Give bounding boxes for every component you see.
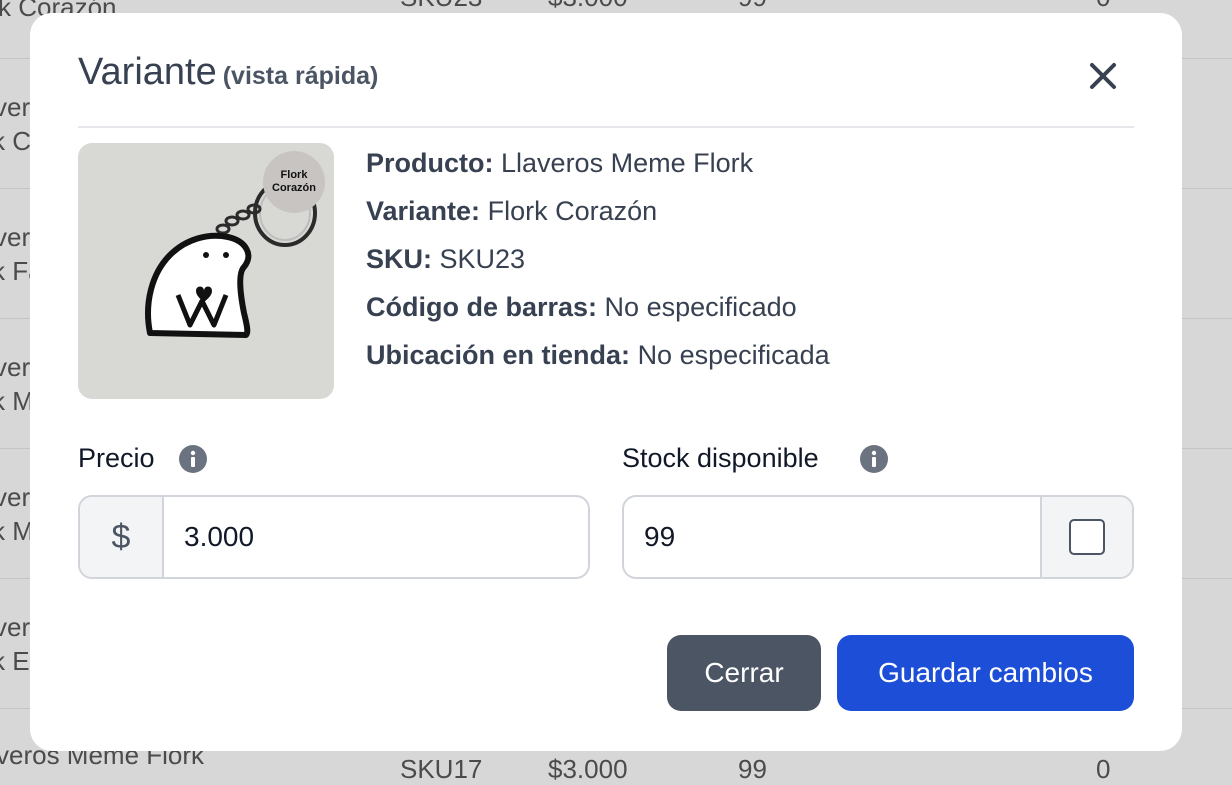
badge-line2: Corazón <box>272 182 316 194</box>
info-icon[interactable] <box>179 445 207 473</box>
table-cell: ver <box>0 92 31 122</box>
detail-value: Llaveros Meme Flork <box>501 148 754 178</box>
variant-quick-view-modal: Variante (vista rápida) Flork Corazón Pr… <box>30 13 1182 751</box>
stock-checkbox[interactable] <box>1069 519 1105 555</box>
stock-label: Stock disponible <box>622 443 819 473</box>
badge-line1: Flork <box>280 169 308 181</box>
detail-label: Código de barras: <box>366 292 598 322</box>
price-label: Precio <box>78 443 155 473</box>
currency-addon: $ <box>80 497 164 577</box>
modal-title-text: Variante <box>78 51 217 93</box>
save-changes-button[interactable]: Guardar cambios <box>837 635 1134 711</box>
price-input[interactable]: 3.000 <box>164 497 588 577</box>
variant-details: Producto: Llaveros Meme Flork Variante: … <box>366 145 830 385</box>
table-cell: 99 <box>738 754 767 784</box>
detail-barcode: Código de barras: No especificado <box>366 289 830 337</box>
table-cell: k M <box>0 516 34 546</box>
modal-subtitle: (vista rápida) <box>222 62 379 90</box>
table-cell: k M <box>0 386 34 416</box>
detail-label: Variante: <box>366 196 481 226</box>
table-cell: SKU23 <box>400 0 482 13</box>
table-cell: ver <box>0 222 31 252</box>
table-cell: k C <box>0 126 31 156</box>
detail-label: SKU: <box>366 244 432 274</box>
table-cell: ver <box>0 352 31 382</box>
variant-thumbnail: Flork Corazón <box>78 143 334 399</box>
table-cell: SKU17 <box>400 754 483 784</box>
variant-badge: Flork Corazón <box>263 151 325 213</box>
table-cell: 0 <box>1096 754 1111 784</box>
modal-header: Variante (vista rápida) <box>78 49 1134 128</box>
detail-value: No especificada <box>637 340 830 370</box>
detail-label: Producto: <box>366 148 494 178</box>
detail-value: SKU23 <box>439 244 526 274</box>
table-cell: $3.000 <box>548 754 628 784</box>
stock-input-group: 99 <box>622 495 1134 579</box>
close-button[interactable]: Cerrar <box>667 635 821 711</box>
price-input-group: $ 3.000 <box>78 495 590 579</box>
detail-value: No especificado <box>604 292 797 322</box>
table-cell: 99 <box>738 0 767 13</box>
detail-sku: SKU: SKU23 <box>366 241 830 289</box>
stock-checkbox-addon <box>1040 497 1132 577</box>
detail-label: Ubicación en tienda: <box>366 340 631 370</box>
info-icon[interactable] <box>860 445 888 473</box>
table-cell: $3.000 <box>548 0 628 13</box>
table-cell: 0 <box>1096 0 1110 13</box>
detail-value: Flork Corazón <box>487 196 658 226</box>
close-icon[interactable] <box>1086 59 1120 93</box>
detail-location: Ubicación en tienda: No especificada <box>366 337 830 385</box>
stock-input[interactable]: 99 <box>624 497 1040 577</box>
detail-variant: Variante: Flork Corazón <box>366 193 830 241</box>
modal-title: Variante (vista rápida) <box>78 51 378 94</box>
table-cell: ver <box>0 482 31 512</box>
detail-product: Producto: Llaveros Meme Flork <box>366 145 830 193</box>
table-cell: ver <box>0 612 31 642</box>
